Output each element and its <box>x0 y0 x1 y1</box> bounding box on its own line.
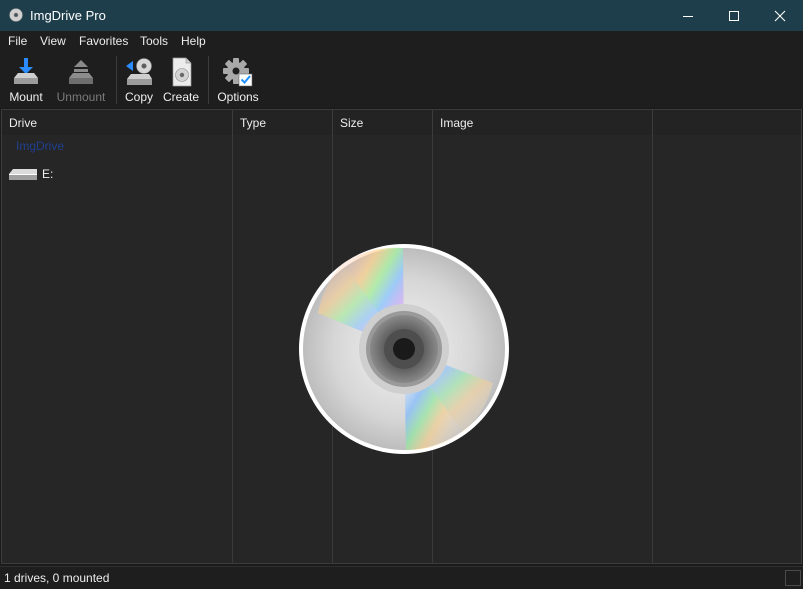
column-header-label: Type <box>240 116 267 130</box>
column-header-drive[interactable]: Drive <box>2 110 233 135</box>
menu-file[interactable]: File <box>8 34 27 48</box>
column-header-size[interactable]: Size <box>333 110 433 135</box>
column-header-image[interactable]: Image <box>433 110 653 135</box>
status-bar: 1 drives, 0 mounted <box>0 566 803 589</box>
column-header-type[interactable]: Type <box>233 110 333 135</box>
window-title: ImgDrive Pro <box>30 8 106 23</box>
column-header-label: Size <box>340 116 364 130</box>
menu-help[interactable]: Help <box>181 34 206 48</box>
unmount-label: Unmount <box>56 90 106 104</box>
column-divider <box>232 135 233 563</box>
column-header-label: Image <box>440 116 474 130</box>
toolbar-separator <box>116 56 117 104</box>
create-icon <box>172 57 192 87</box>
options-button[interactable]: Options <box>214 52 262 108</box>
toolbar-separator <box>208 56 209 104</box>
drive-letter: E: <box>42 167 54 181</box>
column-divider <box>652 135 653 563</box>
create-button[interactable]: Create <box>160 52 202 108</box>
options-label: Options <box>217 90 259 104</box>
resize-grip[interactable] <box>785 570 801 586</box>
close-button[interactable] <box>757 0 803 31</box>
mount-icon <box>14 58 38 84</box>
close-icon <box>774 10 786 21</box>
maximize-icon <box>729 10 739 21</box>
group-label: ImgDrive <box>16 139 65 153</box>
toolbar: Mount Unmount Copy Create Options <box>0 52 803 108</box>
menu-bar: File View Favorites Tools Help <box>0 31 803 52</box>
copy-button[interactable]: Copy <box>120 52 158 108</box>
copy-icon <box>126 58 152 85</box>
create-label: Create <box>162 90 200 104</box>
unmount-button[interactable]: Unmount <box>52 52 110 108</box>
menu-view[interactable]: View <box>40 34 66 48</box>
menu-tools[interactable]: Tools <box>140 34 168 48</box>
disc-icon <box>9 8 23 22</box>
drive-row[interactable]: E: <box>8 164 228 184</box>
status-text: 1 drives, 0 mounted <box>4 571 110 585</box>
options-icon <box>223 58 253 87</box>
column-header-empty <box>653 110 801 135</box>
minimize-button[interactable] <box>665 0 711 31</box>
mount-label: Mount <box>9 90 43 104</box>
maximize-button[interactable] <box>711 0 757 31</box>
title-bar: ImgDrive Pro <box>0 0 803 31</box>
copy-label: Copy <box>124 90 153 104</box>
column-header-label: Drive <box>9 116 38 130</box>
drive-icon <box>9 169 37 180</box>
mount-button[interactable]: Mount <box>4 52 48 108</box>
menu-favorites[interactable]: Favorites <box>79 34 128 48</box>
unmount-icon <box>69 60 93 84</box>
minimize-icon <box>683 15 693 17</box>
disc-watermark-icon <box>299 244 509 454</box>
drives-list[interactable]: Drive Type Size Image ImgDrive E: <box>1 109 802 564</box>
